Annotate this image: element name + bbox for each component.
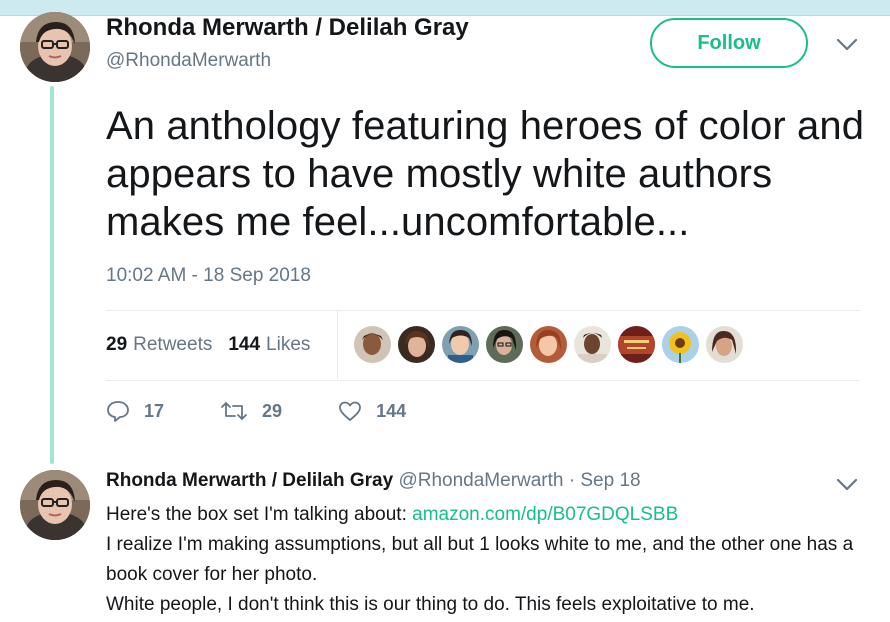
likes-stat[interactable]: 144 Likes	[228, 334, 310, 356]
retweets-stat[interactable]: 29 Retweets	[106, 334, 212, 356]
chevron-down-icon[interactable]	[836, 38, 858, 52]
like-action[interactable]: 144	[338, 400, 406, 422]
liker-avatar[interactable]	[398, 326, 435, 363]
liker-avatar[interactable]	[442, 326, 479, 363]
liker-avatar[interactable]	[354, 326, 391, 363]
reply-text: Here's the box set I'm talking about: am…	[106, 500, 866, 620]
author-handle[interactable]: @RhondaMerwarth	[106, 50, 271, 72]
tweet-stats: 29 Retweets 144 Likes	[106, 334, 310, 356]
follow-button[interactable]: Follow	[650, 18, 808, 68]
likes-label: Likes	[266, 334, 311, 355]
liker-avatar[interactable]	[618, 326, 655, 363]
reply-author-name[interactable]: Rhonda Merwarth / Delilah Gray	[106, 470, 393, 491]
like-count: 144	[376, 400, 407, 421]
likes-count: 144	[228, 334, 261, 355]
liker-avatar[interactable]	[530, 326, 567, 363]
reply-avatar[interactable]	[20, 470, 90, 540]
like-icon	[339, 401, 361, 421]
likers-avatars	[354, 326, 743, 363]
stats-divider	[337, 311, 338, 379]
reply-action[interactable]: 17	[106, 400, 164, 422]
retweet-icon	[221, 402, 247, 420]
liker-avatar[interactable]	[662, 326, 699, 363]
thread-line	[50, 86, 54, 464]
divider-bottom	[106, 380, 860, 381]
reply-icon	[107, 401, 129, 422]
reply-separator: ·	[568, 470, 576, 491]
chevron-down-icon[interactable]	[836, 478, 858, 492]
tweet-timestamp[interactable]: 10:02 AM - 18 Sep 2018	[106, 265, 311, 287]
retweets-count: 29	[106, 334, 128, 355]
retweet-count: 29	[262, 400, 283, 421]
liker-avatar[interactable]	[706, 326, 743, 363]
liker-avatar[interactable]	[574, 326, 611, 363]
reply-header: Rhonda Merwarth / Delilah Gray @RhondaMe…	[106, 470, 641, 492]
retweets-label: Retweets	[133, 334, 213, 355]
reply-date[interactable]: Sep 18	[580, 470, 640, 491]
tweet-actions: 17 29 144	[106, 400, 406, 422]
avatar[interactable]	[20, 12, 90, 82]
reply-line-1: Here's the box set I'm talking about: am…	[106, 504, 679, 525]
reply-line-3: White people, I don't think this is our …	[106, 594, 755, 615]
reply-line-2: I realize I'm making assumptions, but al…	[106, 534, 854, 585]
liker-avatar[interactable]	[486, 326, 523, 363]
reply-link[interactable]: amazon.com/dp/B07GDQLSBB	[412, 504, 678, 525]
tweet-text: An anthology featuring heroes of color a…	[106, 104, 865, 244]
reply-count: 17	[144, 400, 165, 421]
retweet-action[interactable]: 29	[220, 400, 282, 422]
divider-top	[106, 310, 860, 311]
reply-author-handle[interactable]: @RhondaMerwarth	[398, 470, 563, 491]
author-name[interactable]: Rhonda Merwarth / Delilah Gray	[106, 14, 469, 42]
